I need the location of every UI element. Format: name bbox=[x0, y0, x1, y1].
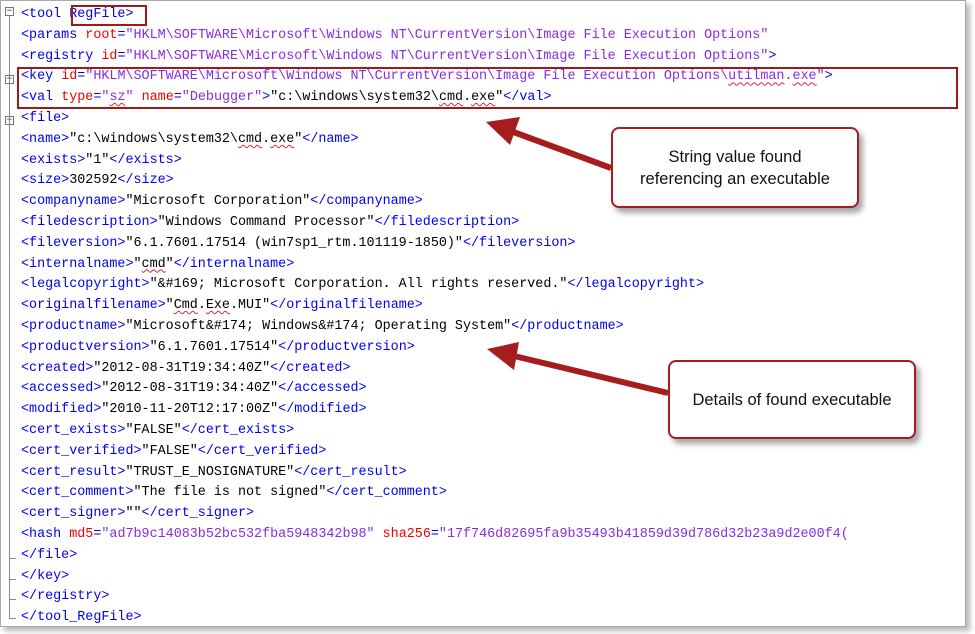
arrow-head-key bbox=[486, 117, 520, 145]
callout-arrows bbox=[486, 117, 669, 396]
callout-details-text: Details of found executable bbox=[692, 390, 892, 409]
arrow-to-key bbox=[506, 127, 613, 171]
arrow-head-file bbox=[487, 342, 519, 370]
callout-details: Details of found executable bbox=[668, 360, 916, 439]
callout-string-value: String value found referencing an execut… bbox=[611, 127, 859, 208]
callout-string-value-text: String value found referencing an execut… bbox=[640, 147, 830, 188]
arrow-to-file bbox=[509, 352, 669, 396]
